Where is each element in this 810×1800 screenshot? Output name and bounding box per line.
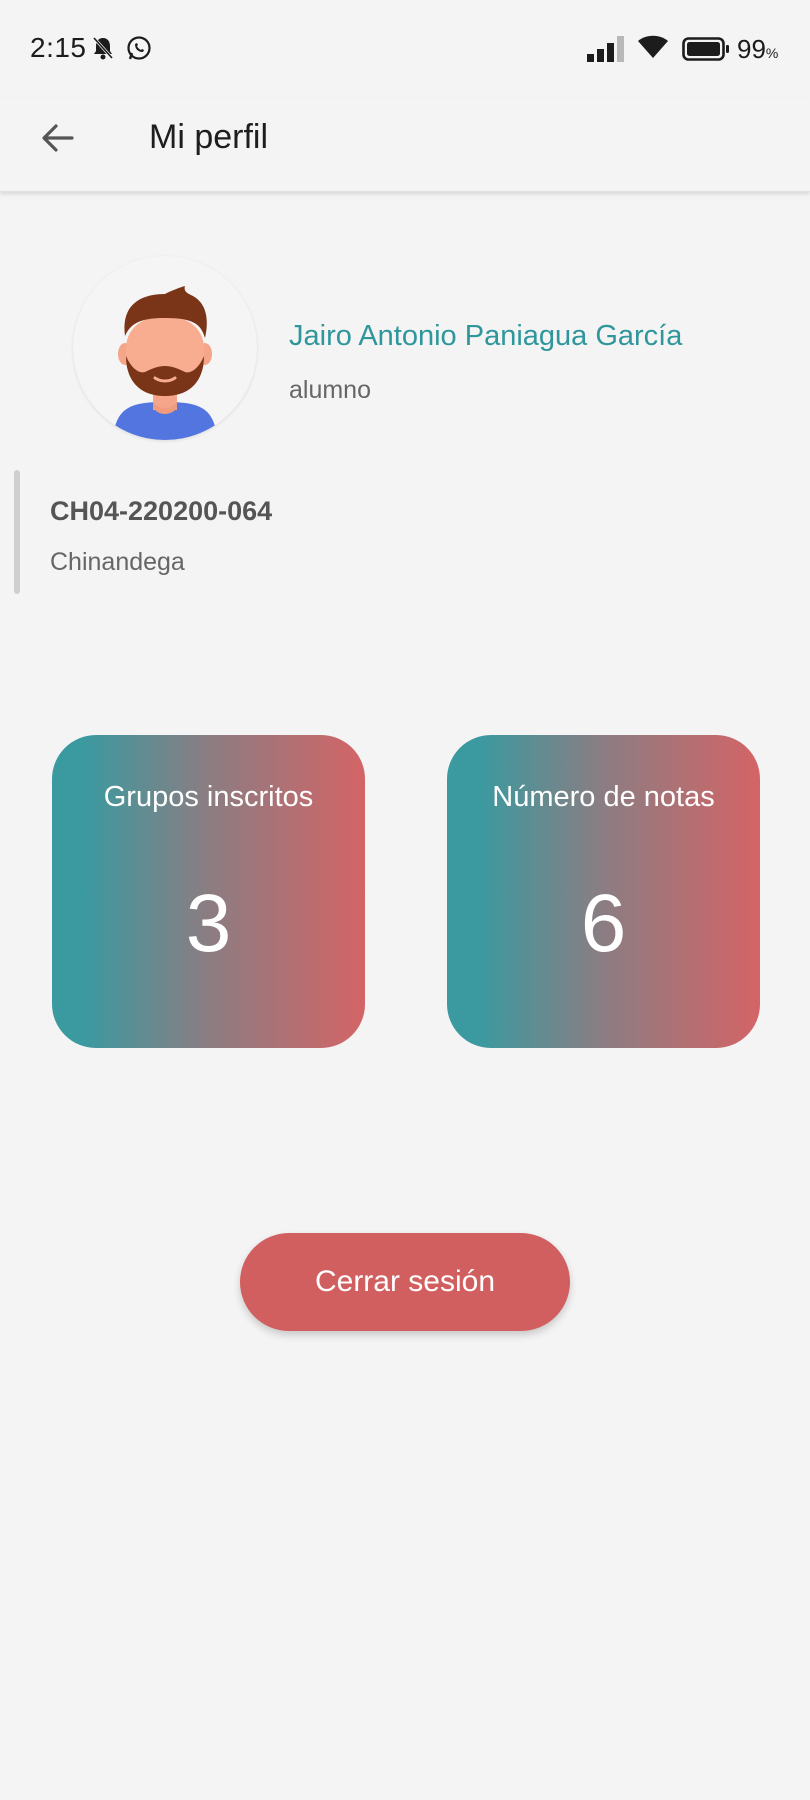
student-code: CH04-220200-064 <box>50 496 273 526</box>
stat-card-groups: Grupos inscritos 3 <box>52 735 365 1048</box>
battery-icon <box>682 37 730 66</box>
user-name: Jairo Antonio Paniagua García <box>289 320 683 352</box>
whatsapp-icon <box>126 35 152 66</box>
divider <box>14 470 20 594</box>
stat-value: 6 <box>580 878 627 969</box>
logout-button[interactable]: Cerrar sesión <box>240 1233 570 1331</box>
page-title: Mi perfil <box>149 118 269 156</box>
status-time: 2:15 <box>30 32 87 63</box>
student-city: Chinandega <box>50 548 185 576</box>
bell-off-icon <box>92 36 114 65</box>
student-info: CH04-220200-064 Chinandega <box>14 470 514 594</box>
back-button[interactable] <box>30 112 86 168</box>
arrow-left-icon <box>40 120 76 161</box>
stat-card-grades: Número de notas 6 <box>447 735 760 1048</box>
avatar <box>73 256 257 440</box>
status-bar: 2:15 99% <box>0 0 810 98</box>
stat-label: Número de notas <box>492 781 715 813</box>
stat-label: Grupos inscritos <box>103 781 314 813</box>
wifi-icon <box>638 35 668 64</box>
battery-percentage: 99% <box>737 34 779 64</box>
signal-icon <box>587 36 627 67</box>
user-role: alumno <box>289 376 371 404</box>
app-bar: Mi perfil <box>0 98 810 192</box>
stat-value: 3 <box>185 878 232 969</box>
